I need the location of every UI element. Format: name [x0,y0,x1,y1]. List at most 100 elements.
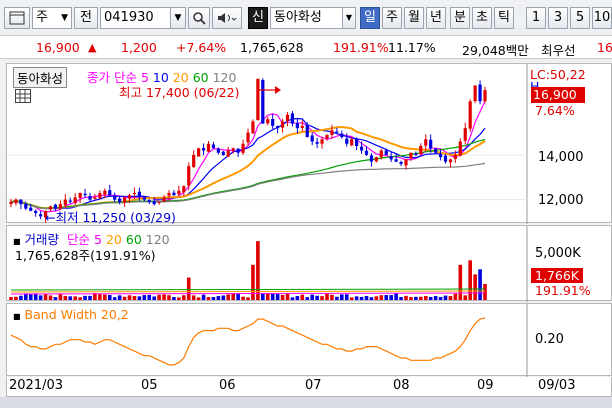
period-button-5[interactable]: 초 [472,7,492,29]
volume-bar [300,294,305,300]
period-button-2[interactable]: 월 [404,7,424,29]
candle-body [88,196,92,200]
candle-body [206,143,211,152]
candle-body [305,124,309,138]
candle-body [359,146,364,151]
volume-bar [369,297,374,300]
volume-bar [458,264,463,300]
volume-y-tick: 5,000K [535,246,581,261]
candle-body [211,144,216,149]
candle-body [389,156,393,160]
volume-bar [315,295,319,300]
volume-bar [68,296,73,300]
priority-price: 16 [597,40,612,55]
code-dropdown-button[interactable]: ▼ [170,7,186,29]
candle-body [310,135,314,142]
volume-bar [14,296,18,300]
volume-bar [172,297,176,300]
volume-ma-line [10,288,486,291]
candle-body [315,141,319,144]
candle-body [226,150,230,157]
volume-bar [330,294,334,300]
volume-bar [290,297,295,300]
stock-tag: 동아화성 [13,67,68,88]
candle-body [103,190,107,195]
x-label-06: 06 [219,378,236,393]
volume-bar [191,295,196,300]
period-button-3[interactable]: 년 [426,7,446,29]
bandwidth-small-icon: ■ [13,312,21,321]
market-label: 주 [36,10,48,25]
volume-bar [83,295,87,300]
candle-body [93,197,97,199]
volume-bar [325,293,329,300]
stock-name-dropdown[interactable]: ▼ [342,7,356,29]
interval-button-3[interactable]: 3 [548,7,568,29]
period-button-4[interactable]: 분 [450,7,470,29]
candle-body [246,132,250,143]
speaker-icon[interactable] [212,7,242,29]
volume-bar [107,295,112,300]
candle-body [118,198,122,202]
candle-body [34,210,38,214]
volume-bar [394,293,398,300]
volume-ratio: 191.91% [333,40,389,55]
candle-body [478,84,482,102]
search-icon[interactable] [188,7,210,29]
high-annotation: 최고 17,400 (06/22) [119,85,240,100]
volume-ma-line [10,290,486,293]
prev-button[interactable]: 전 [74,7,98,29]
volume-bar [305,297,310,300]
market-select[interactable]: 주 ▼ [32,7,72,29]
candle-body [448,159,453,163]
price-chart-panel[interactable]: 동아화성 종가 단순 5 10 20 60 120 최고 17,400 (06/… [6,63,612,225]
volume-chart-panel[interactable]: ■ 거래량 단순 5 20 60 120 1,765,628주(191.91%)… [6,225,612,302]
bandwidth-chart-panel[interactable]: ■ Band Width 20,2 0.20 [6,303,612,377]
volume-bar [117,295,122,300]
volume-bar [409,297,413,300]
toolbar: 주 ▼ 전 041930 ▼ 신 동아화성 ▼ 일주월년분초틱 1 3 5 10 [0,0,612,35]
y-tick-12000: 12,000 [538,193,584,208]
volume-bar [280,294,285,300]
screen-icon[interactable] [4,7,30,29]
volume-bar [88,295,92,300]
candle-body [24,203,28,209]
volume-bar [265,292,270,300]
volume-bar [389,295,393,300]
interval-button-1[interactable]: 1 [526,7,546,29]
period-button-0[interactable]: 일 [360,7,380,29]
price-change: 1,200 [121,40,157,55]
period-button-6[interactable]: 틱 [494,7,514,29]
period-button-1[interactable]: 주 [382,7,402,29]
volume-bar [270,293,275,300]
grid-table-icon[interactable] [15,89,31,106]
candle-body [414,153,418,155]
interval-button-5[interactable]: 5 [570,7,590,29]
stock-name-field[interactable]: 동아화성 [270,7,344,29]
x-label-07: 07 [305,378,322,393]
volume-bar [241,296,245,300]
volume-bar [162,294,166,300]
candle-body [83,193,87,196]
price-change-pct: +7.64% [176,40,227,55]
code-input[interactable]: 041930 [100,7,172,29]
volume-bar [251,264,255,300]
candle-body [261,79,265,124]
candle-body [78,192,82,198]
x-label-09: 09 [477,378,494,393]
volume-bar [275,294,280,300]
volume-bar [231,293,235,300]
candle-body [355,138,359,146]
candle-body [443,155,448,162]
volume-bar [28,294,33,300]
x-label-08: 08 [393,378,410,393]
volume-bar [127,295,132,300]
candle-body [142,197,146,200]
candle-body [197,148,201,157]
interval-button-10[interactable]: 10 [592,7,612,29]
volume-value: 1,765,628 [240,40,304,55]
volume-bar [384,295,389,300]
candle-body [9,201,13,205]
volume-bar [186,277,191,300]
volume-bar [98,293,102,300]
